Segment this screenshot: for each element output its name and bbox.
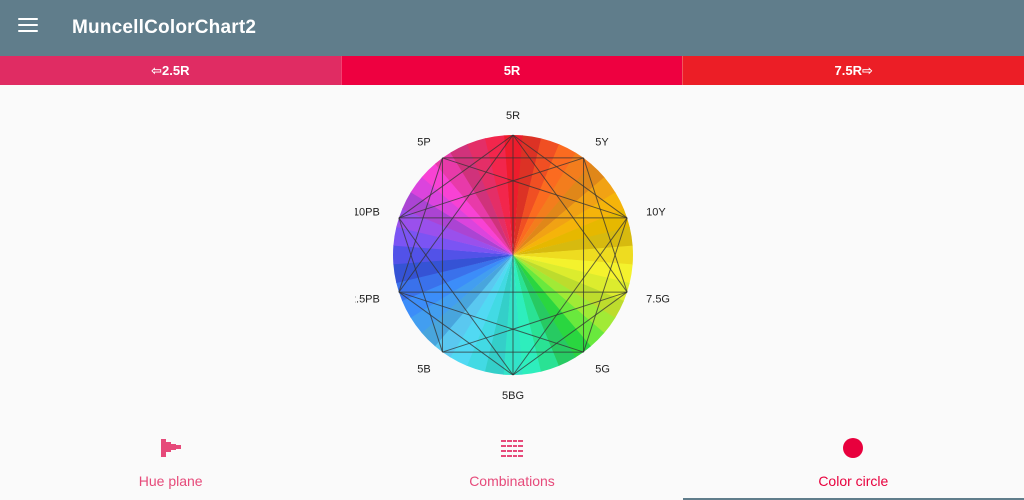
hue-label: 5BG <box>502 390 524 402</box>
hue-label: 5Y <box>595 137 609 149</box>
menu-icon[interactable] <box>18 18 38 36</box>
hue-tabs: ⇦2.5R 5R 7.5R⇨ <box>0 56 1024 85</box>
nav-label-combinations: Combinations <box>469 473 555 489</box>
hue-label: 5B <box>417 363 430 375</box>
nav-hue-plane[interactable]: Hue plane <box>0 430 341 500</box>
hue-label: 2.5PB <box>355 293 380 305</box>
nav-combinations[interactable]: Combinations <box>341 430 682 500</box>
hue-label: 5R <box>506 110 520 122</box>
bottom-nav: Hue plane Combinations Color circle <box>0 430 1024 500</box>
nav-color-circle[interactable]: Color circle <box>682 430 1024 500</box>
app-title: MuncellColorChart2 <box>72 17 257 38</box>
app-bar: MuncellColorChart2 <box>0 0 1024 56</box>
hue-label: 10Y <box>646 207 666 219</box>
hue-label: 7.5GY <box>646 293 670 305</box>
nav-label-hue-plane: Hue plane <box>138 473 203 489</box>
hue-tab-previous[interactable]: ⇦2.5R <box>0 56 341 85</box>
hue-label: 5P <box>417 137 430 149</box>
hue-label: 10PB <box>355 207 380 219</box>
hue-tab-current[interactable]: 5R <box>340 56 683 85</box>
color-circle-icon <box>843 438 864 458</box>
color-circle[interactable]: 5R 5Y 10Y 7.5GY 5G 5BG 5B 2.5PB 10PB 5P <box>355 105 670 410</box>
hue-tab-next[interactable]: 7.5R⇨ <box>682 56 1024 85</box>
combinations-icon <box>500 440 523 457</box>
hue-plane-icon <box>160 439 181 457</box>
hue-label: 5G <box>595 363 610 375</box>
nav-label-color-circle: Color circle <box>818 473 889 489</box>
